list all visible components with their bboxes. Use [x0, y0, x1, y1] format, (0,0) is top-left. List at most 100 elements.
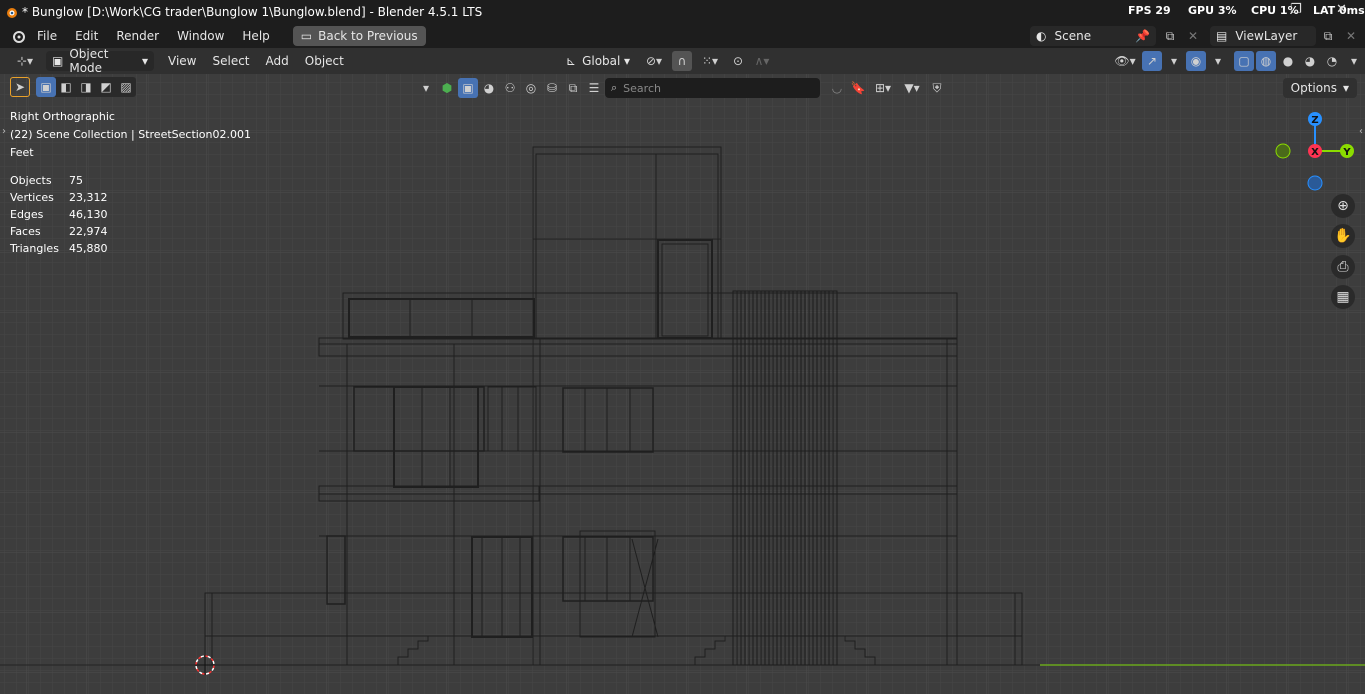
select-subtract-icon[interactable]: ◨	[76, 77, 96, 97]
select-new-icon[interactable]: ▣	[36, 77, 56, 97]
mode-dropdown[interactable]: ▣ Object Mode ▾	[46, 47, 154, 75]
remove-viewlayer-icon[interactable]: ✕	[1341, 26, 1361, 46]
header-menu-add[interactable]: Add	[258, 54, 297, 68]
fps-label: FPS 29	[1128, 4, 1171, 17]
curve-icon[interactable]: ◡	[827, 78, 847, 98]
orientation-dropdown[interactable]: ⊾ Global ▾	[560, 51, 636, 71]
header-menu-object[interactable]: Object	[297, 54, 352, 68]
menu-render[interactable]: Render	[107, 29, 168, 43]
stat-row: Faces 22,974	[10, 225, 108, 238]
search-icon: ⌕	[611, 81, 618, 94]
wireframe-shading-icon[interactable]: ◍	[1256, 51, 1276, 71]
filter-nodes-icon[interactable]: ⚇	[500, 78, 520, 98]
xray-icon[interactable]: ▢	[1234, 51, 1254, 71]
visibility-icon[interactable]: 👁▾	[1110, 51, 1140, 71]
shading-dropdown-icon[interactable]: ▾	[1344, 51, 1364, 71]
stat-row: Objects 75	[10, 174, 83, 187]
select-tools: ➤ ▣ ◧ ◨ ◩ ▨	[10, 77, 136, 97]
window-title: * Bunglow [D:\Work\CG trader\Bunglow 1\B…	[22, 5, 483, 19]
viewport-canvas	[0, 74, 1365, 694]
pan-hand-icon[interactable]: ✋	[1331, 224, 1355, 248]
object-cube-icon[interactable]: ⬢	[437, 78, 457, 98]
gizmo-dropdown-icon[interactable]: ▾	[1164, 51, 1184, 71]
stat-row: Edges 46,130	[10, 208, 108, 221]
shield-icon[interactable]: ⛨	[927, 78, 947, 98]
gizmo-icon[interactable]: ↗	[1142, 51, 1162, 71]
search-input[interactable]: ⌕ Search	[605, 78, 820, 98]
stat-row: Triangles 45,880	[10, 242, 108, 255]
select-extend-icon[interactable]: ◧	[56, 77, 76, 97]
viewlayer-icon: ▤	[1216, 29, 1228, 43]
menu-edit[interactable]: Edit	[66, 29, 107, 43]
material-shading-icon[interactable]: ◕	[1300, 51, 1320, 71]
chevron-down-icon: ▾	[141, 54, 148, 68]
scene-icon: ◐	[1036, 29, 1047, 43]
zoom-icon[interactable]: ⊕	[1331, 194, 1355, 218]
menu-file[interactable]: File	[28, 29, 66, 43]
select-cursor-icon[interactable]: ➤	[10, 77, 30, 97]
pin-icon[interactable]: 📌	[1135, 29, 1150, 43]
navigation-gizmo[interactable]: Z Y X	[1270, 112, 1360, 192]
bookmark-icon[interactable]: 🔖	[848, 78, 868, 98]
menu-help[interactable]: Help	[233, 29, 278, 43]
filter-sphere-icon[interactable]: ◕	[479, 78, 499, 98]
chevron-down-icon[interactable]: ▾	[416, 78, 436, 98]
scene-selector[interactable]: ◐ Scene 📌	[1030, 26, 1156, 46]
units-label: Feet	[10, 146, 34, 159]
gizmo-y-label: Y	[1342, 147, 1351, 158]
solid-shading-icon[interactable]: ●	[1278, 51, 1298, 71]
viewlayer-selector[interactable]: ▤ ViewLayer	[1210, 26, 1316, 46]
toolbar-toggle-icon[interactable]: ›	[2, 126, 6, 137]
camera-view-icon[interactable]: ⎙	[1331, 255, 1355, 279]
header-menu-select[interactable]: Select	[204, 54, 257, 68]
close-window-icon[interactable]: ✕	[1336, 2, 1347, 17]
rendered-shading-icon[interactable]: ◔	[1322, 51, 1342, 71]
menu-window[interactable]: Window	[168, 29, 233, 43]
orientation-icon: ⊾	[566, 54, 577, 68]
pivot-icon[interactable]: ⊘▾	[640, 51, 668, 71]
object-mode-icon: ▣	[52, 54, 64, 68]
filter-stack-icon[interactable]: ☰	[584, 78, 604, 98]
select-intersect-icon[interactable]: ▨	[116, 77, 136, 97]
gizmo-x-label: X	[1311, 147, 1319, 158]
snap-icon[interactable]: ∩	[672, 51, 692, 71]
restore-window-icon[interactable]: ❐	[1290, 2, 1302, 17]
filter-funnel-icon[interactable]: ▼▾	[898, 78, 926, 98]
options-dropdown[interactable]: Options ▾	[1282, 78, 1357, 98]
stat-row: Vertices 23,312	[10, 191, 108, 204]
transform-tools: ⊾ Global ▾ ⊘▾ ∩ ⁙▾ ⊙ ∧▾	[560, 51, 772, 71]
overlays-icon[interactable]: ◉	[1186, 51, 1206, 71]
gpu-label: GPU 3%	[1188, 4, 1237, 17]
sort-icon[interactable]: ⊞▾	[869, 78, 897, 98]
blender-logo-icon	[0, 1, 22, 23]
chevron-down-icon: ▾	[623, 54, 630, 68]
proportional-edit-icon[interactable]: ⊙	[728, 51, 748, 71]
sidebar-toggle-icon[interactable]: ‹	[1359, 126, 1363, 137]
header-menu-view[interactable]: View	[160, 54, 204, 68]
falloff-icon[interactable]: ∧▾	[752, 51, 772, 71]
filter-layers-icon[interactable]: ⛁	[542, 78, 562, 98]
new-scene-icon[interactable]: ⧉	[1160, 26, 1180, 46]
blender-menu-icon[interactable]	[8, 26, 28, 46]
select-invert-icon[interactable]: ◩	[96, 77, 116, 97]
snap-target-icon[interactable]: ⁙▾	[696, 51, 724, 71]
fps-value: 29	[1155, 4, 1171, 17]
grid-perspective-icon[interactable]: ▦	[1331, 285, 1355, 309]
new-viewlayer-icon[interactable]: ⧉	[1318, 26, 1338, 46]
view-name: Right Orthographic	[10, 110, 115, 123]
collection-label: (22) Scene Collection | StreetSection02.…	[10, 128, 252, 141]
filter-world-icon[interactable]: ◎	[521, 78, 541, 98]
gizmo-z-label: Z	[1311, 115, 1318, 126]
screen-icon: ▭	[300, 29, 313, 43]
3d-viewport[interactable]: ➤ ▣ ◧ ◨ ◩ ▨ Right Orthographic (22) Scen…	[0, 74, 1365, 694]
shading-tools: 👁▾ ↗ ▾ ◉ ▾ ▢ ◍ ● ◕ ◔ ▾	[1110, 51, 1364, 71]
gpu-value: 3%	[1217, 4, 1237, 17]
filter-copy-icon[interactable]: ⧉	[563, 78, 583, 98]
overlays-dropdown-icon[interactable]: ▾	[1208, 51, 1228, 71]
back-to-previous-button[interactable]: ▭ Back to Previous	[292, 26, 426, 46]
filter-mesh-icon[interactable]: ▣	[458, 78, 478, 98]
chevron-down-icon: ▾	[1342, 81, 1349, 95]
editor-type-icon[interactable]: ⊹▾	[10, 51, 40, 71]
scene-statistics: Objects 75 Vertices 23,312 Edges 46,130 Fac…	[10, 174, 108, 259]
remove-scene-icon[interactable]: ✕	[1183, 26, 1203, 46]
